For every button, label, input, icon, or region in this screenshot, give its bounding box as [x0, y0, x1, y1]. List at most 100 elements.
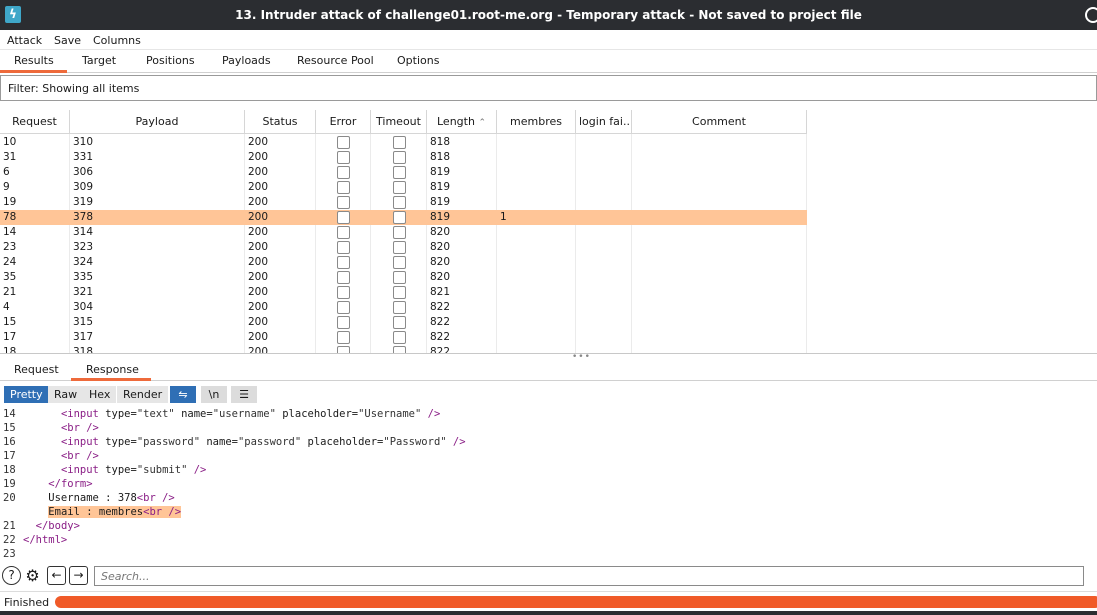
table-row[interactable]: 17 317 200 822 — [0, 330, 807, 345]
response-code-view[interactable]: 14 <input type="text" name="username" pl… — [0, 407, 1097, 562]
table-row[interactable]: 19 319 200 819 — [0, 195, 807, 210]
table-row[interactable]: 4 304 200 822 — [0, 300, 807, 315]
menu-hamburger-icon[interactable]: ☰ — [231, 386, 257, 403]
error-checkbox[interactable] — [337, 241, 350, 254]
search-box[interactable] — [94, 566, 1084, 586]
cell-payload: 315 — [73, 316, 94, 328]
timeout-checkbox[interactable] — [393, 136, 406, 149]
timeout-checkbox[interactable] — [393, 271, 406, 284]
table-row[interactable]: 23 323 200 820 — [0, 240, 807, 255]
tab-response[interactable]: Response — [86, 363, 139, 376]
filter-bar[interactable]: Filter: Showing all items — [0, 75, 1097, 101]
tab-target[interactable]: Target — [82, 54, 116, 67]
timeout-checkbox[interactable] — [393, 151, 406, 164]
column-header-login-failed[interactable]: login fai... — [576, 110, 632, 134]
menu-attack[interactable]: Attack — [7, 34, 42, 47]
timeout-checkbox[interactable] — [393, 331, 406, 344]
error-checkbox[interactable] — [337, 271, 350, 284]
error-checkbox[interactable] — [337, 286, 350, 299]
window-control-icon[interactable] — [1085, 7, 1097, 23]
timeout-checkbox[interactable] — [393, 166, 406, 179]
cell-status: 200 — [248, 196, 269, 208]
error-checkbox[interactable] — [337, 301, 350, 314]
error-checkbox[interactable] — [337, 211, 350, 224]
error-checkbox[interactable] — [337, 196, 350, 209]
mode-hex-button[interactable]: Hex — [83, 386, 117, 403]
cell-length: 818 — [430, 151, 451, 163]
error-checkbox[interactable] — [337, 316, 350, 329]
menu-save[interactable]: Save — [54, 34, 81, 47]
timeout-checkbox[interactable] — [393, 301, 406, 314]
column-header-timeout[interactable]: Timeout — [371, 110, 427, 134]
table-row[interactable]: 9 309 200 819 — [0, 180, 807, 195]
menu-columns[interactable]: Columns — [93, 34, 141, 47]
error-checkbox[interactable] — [337, 256, 350, 269]
error-checkbox[interactable] — [337, 151, 350, 164]
timeout-checkbox[interactable] — [393, 256, 406, 269]
code-token: <input — [60, 408, 99, 420]
cell-status: 200 — [248, 241, 269, 253]
settings-gear-icon[interactable]: ⚙ — [23, 566, 42, 585]
previous-arrow-icon[interactable]: ← — [47, 566, 66, 585]
help-icon[interactable]: ? — [2, 566, 21, 585]
timeout-checkbox[interactable] — [393, 316, 406, 329]
column-header-request[interactable]: Request — [0, 110, 70, 134]
tab-payloads[interactable]: Payloads — [222, 54, 271, 67]
column-header-error[interactable]: Error — [316, 110, 371, 134]
column-header-status[interactable]: Status — [245, 110, 316, 134]
tab-request[interactable]: Request — [14, 363, 59, 376]
mode-render-button[interactable]: Render — [117, 386, 169, 403]
table-row[interactable]: 21 321 200 821 — [0, 285, 807, 300]
column-header-comment[interactable]: Comment — [632, 110, 807, 134]
code-token: Username : 378 — [23, 492, 137, 504]
code-token: name= — [200, 436, 238, 448]
tab-options[interactable]: Options — [397, 54, 439, 67]
timeout-checkbox[interactable] — [393, 226, 406, 239]
cell-status: 200 — [248, 226, 269, 238]
code-token: <br /> — [136, 492, 175, 504]
column-header-payload[interactable]: Payload — [70, 110, 245, 134]
error-checkbox[interactable] — [337, 166, 350, 179]
table-row[interactable]: 78 378 200 819 1 — [0, 210, 807, 225]
table-row[interactable]: 15 315 200 822 — [0, 315, 807, 330]
cell-length: 822 — [430, 316, 451, 328]
timeout-checkbox[interactable] — [393, 286, 406, 299]
error-checkbox[interactable] — [337, 346, 350, 353]
timeout-checkbox[interactable] — [393, 211, 406, 224]
table-row[interactable]: 10 310 200 818 — [0, 135, 807, 150]
table-row[interactable]: 18 318 200 822 — [0, 345, 807, 353]
line-number: 21 — [3, 520, 16, 532]
cell-payload: 306 — [73, 166, 94, 178]
error-checkbox[interactable] — [337, 136, 350, 149]
table-row[interactable]: 24 324 200 820 — [0, 255, 807, 270]
table-row[interactable]: 14 314 200 820 — [0, 225, 807, 240]
column-header-length[interactable]: Length ⌃ — [427, 110, 497, 134]
timeout-checkbox[interactable] — [393, 196, 406, 209]
tab-results[interactable]: Results — [14, 54, 54, 67]
error-checkbox[interactable] — [337, 226, 350, 239]
tab-positions[interactable]: Positions — [146, 54, 195, 67]
word-wrap-icon[interactable]: ⇋ — [170, 386, 196, 403]
mode-pretty-button[interactable]: Pretty — [4, 386, 49, 403]
column-header-membres[interactable]: membres — [497, 110, 576, 134]
search-input[interactable] — [95, 567, 1083, 585]
timeout-checkbox[interactable] — [393, 181, 406, 194]
mode-raw-button[interactable]: Raw — [48, 386, 84, 403]
code-token: <br /> — [143, 506, 182, 518]
code-token: /> — [446, 436, 466, 448]
table-row[interactable]: 6 306 200 819 — [0, 165, 807, 180]
next-arrow-icon[interactable]: → — [69, 566, 88, 585]
table-row[interactable]: 35 335 200 820 — [0, 270, 807, 285]
timeout-checkbox[interactable] — [393, 241, 406, 254]
error-checkbox[interactable] — [337, 181, 350, 194]
tab-resource-pool[interactable]: Resource Pool — [297, 54, 374, 67]
error-checkbox[interactable] — [337, 331, 350, 344]
code-token: "Password" — [383, 436, 447, 448]
timeout-checkbox[interactable] — [393, 346, 406, 353]
newline-toggle-button[interactable]: \n — [201, 386, 227, 403]
table-row[interactable]: 31 331 200 818 — [0, 150, 807, 165]
